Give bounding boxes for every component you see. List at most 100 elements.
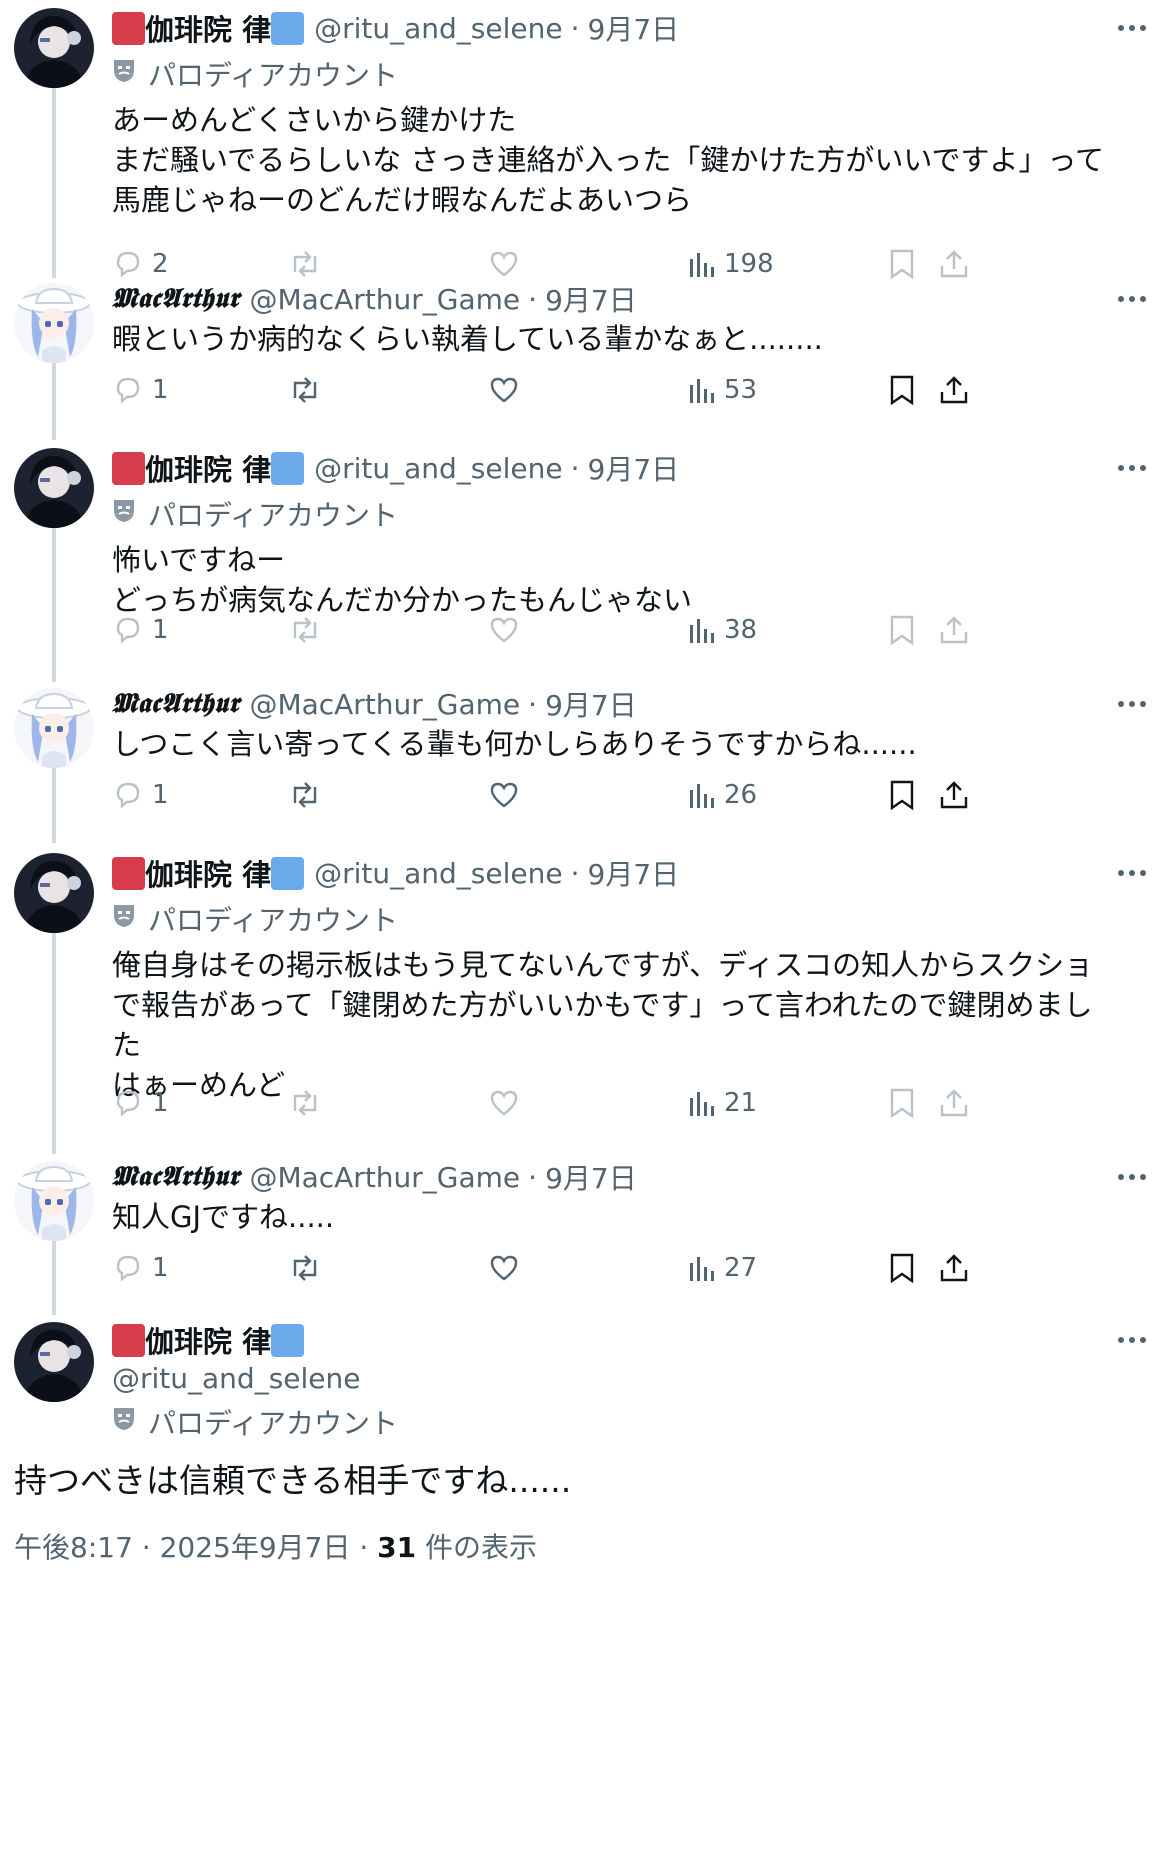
like-button[interactable] bbox=[488, 1081, 520, 1125]
display-name[interactable]: 伽琲院 律 bbox=[112, 447, 305, 489]
tweet[interactable]: 伽琲院 律 @ritu_and_selene · 9月7日 パロディアカウント … bbox=[0, 440, 1174, 685]
reply-icon bbox=[116, 617, 140, 644]
share-icon bbox=[940, 376, 968, 404]
tweet-header: 伽琲院 律 @ritu_and_selene · 9月7日 bbox=[112, 853, 1094, 893]
reply-button[interactable]: 1 bbox=[112, 1081, 169, 1125]
avatar[interactable] bbox=[14, 1322, 94, 1402]
tweet-text: あーめんどくさいから鍵かけた まだ騒いでるらしいな さっき連絡が入った「鍵かけた… bbox=[112, 103, 1105, 217]
share-button[interactable] bbox=[938, 608, 970, 652]
bookmark-icon bbox=[890, 1088, 914, 1119]
tweet[interactable]: 伽琲院 律 @ritu_and_selene · 9月7日 パロディアカウント … bbox=[0, 0, 1174, 290]
share-button[interactable] bbox=[938, 1246, 970, 1290]
views-button[interactable]: 21 bbox=[688, 1081, 757, 1125]
like-button[interactable] bbox=[488, 608, 520, 652]
share-icon bbox=[940, 1254, 968, 1282]
user-handle[interactable]: @MacArthur_Game bbox=[249, 688, 520, 721]
tweet[interactable]: 𝕸𝖆𝖈𝕬𝖗𝖙𝖍𝖚𝖗 @MacArthur_Game · 9月7日 知人GJですね… bbox=[0, 1153, 1174, 1321]
tweet-actions: 1 21 bbox=[112, 1081, 1154, 1125]
more-icon[interactable] bbox=[1112, 1157, 1152, 1197]
retweet-button[interactable] bbox=[288, 1081, 322, 1125]
retweet-button[interactable] bbox=[288, 368, 322, 412]
tweet-date[interactable]: 9月7日 bbox=[588, 8, 680, 48]
display-name[interactable]: 𝕸𝖆𝖈𝕬𝖗𝖙𝖍𝖚𝖗 bbox=[112, 283, 239, 315]
tweet-timestamp[interactable]: 午後8:17 · 2025年9月7日 · bbox=[14, 1531, 377, 1564]
user-handle[interactable]: @ritu_and_selene bbox=[314, 12, 563, 45]
display-name[interactable]: 𝕸𝖆𝖈𝕬𝖗𝖙𝖍𝖚𝖗 bbox=[112, 1161, 239, 1193]
avatar[interactable] bbox=[14, 448, 94, 528]
avatar[interactable] bbox=[14, 8, 94, 88]
views-button[interactable]: 26 bbox=[688, 773, 757, 817]
share-button[interactable] bbox=[938, 368, 970, 412]
parody-badge: パロディアカウント bbox=[112, 54, 398, 94]
tweet-actions: 1 27 bbox=[112, 1246, 1154, 1290]
more-icon[interactable] bbox=[1112, 8, 1152, 48]
tweet-date[interactable]: 9月7日 bbox=[588, 448, 680, 488]
like-button[interactable] bbox=[488, 368, 520, 412]
bookmark-button[interactable] bbox=[888, 1246, 916, 1290]
share-button[interactable] bbox=[938, 773, 970, 817]
views-icon bbox=[690, 1257, 714, 1281]
tweet-header: 伽琲院 律 bbox=[112, 1320, 1094, 1360]
avatar[interactable] bbox=[14, 283, 94, 363]
retweet-button[interactable] bbox=[288, 1246, 322, 1290]
more-icon[interactable] bbox=[1112, 1320, 1152, 1360]
tweet-date[interactable]: 9月7日 bbox=[545, 279, 637, 319]
avatar[interactable] bbox=[14, 1161, 94, 1241]
bookmark-button[interactable] bbox=[888, 608, 916, 652]
like-button[interactable] bbox=[488, 1246, 520, 1290]
display-name[interactable]: 伽琲院 律 bbox=[112, 852, 305, 894]
red-square-icon bbox=[112, 856, 145, 890]
tweet-text: 暇というか病的なくらい執着している輩かなぁと........ bbox=[112, 322, 823, 356]
user-handle[interactable]: @ritu_and_selene bbox=[112, 1358, 361, 1398]
main-tweet-text: 持つべきは信頼できる相手ですね...... bbox=[14, 1461, 572, 1500]
reply-button[interactable]: 1 bbox=[112, 1246, 169, 1290]
tweet-header: 𝕸𝖆𝖈𝕬𝖗𝖙𝖍𝖚𝖗 @MacArthur_Game · 9月7日 bbox=[112, 279, 1094, 319]
bookmark-icon bbox=[890, 780, 914, 811]
blue-square-icon bbox=[271, 11, 305, 45]
bookmark-button[interactable] bbox=[888, 773, 916, 817]
bookmark-button[interactable] bbox=[888, 368, 916, 412]
like-icon bbox=[490, 782, 518, 808]
views-button[interactable]: 53 bbox=[688, 368, 757, 412]
tweet-date[interactable]: 9月7日 bbox=[588, 853, 680, 893]
more-icon[interactable] bbox=[1112, 684, 1152, 724]
avatar[interactable] bbox=[14, 853, 94, 933]
display-name[interactable]: 𝕸𝖆𝖈𝕬𝖗𝖙𝖍𝖚𝖗 bbox=[112, 688, 239, 720]
tweet-actions: 1 38 bbox=[112, 608, 1154, 652]
tweet-header: 𝕸𝖆𝖈𝕬𝖗𝖙𝖍𝖚𝖗 @MacArthur_Game · 9月7日 bbox=[112, 684, 1094, 724]
tweet[interactable]: 伽琲院 律 @ritu_and_selene · 9月7日 パロディアカウント … bbox=[0, 845, 1174, 1155]
blue-square-icon bbox=[271, 1323, 305, 1357]
tweet-date[interactable]: 9月7日 bbox=[545, 684, 637, 724]
main-tweet[interactable]: 伽琲院 律 @ritu_and_selene パロディアカウント 持つべきは信頼… bbox=[0, 1318, 1174, 1858]
views-button[interactable]: 38 bbox=[688, 608, 757, 652]
more-icon[interactable] bbox=[1112, 279, 1152, 319]
avatar[interactable] bbox=[14, 688, 94, 768]
user-handle[interactable]: @ritu_and_selene bbox=[314, 857, 563, 890]
more-icon[interactable] bbox=[1112, 853, 1152, 893]
mask-icon bbox=[112, 903, 136, 936]
thread-page: 伽琲院 律 @ritu_and_selene · 9月7日 パロディアカウント … bbox=[0, 0, 1174, 1858]
like-button[interactable] bbox=[488, 773, 520, 817]
more-icon[interactable] bbox=[1112, 448, 1152, 488]
bookmark-button[interactable] bbox=[888, 1081, 916, 1125]
reply-button[interactable]: 1 bbox=[112, 773, 169, 817]
user-handle[interactable]: @MacArthur_Game bbox=[249, 1161, 520, 1194]
display-name[interactable]: 伽琲院 律 bbox=[112, 7, 305, 49]
retweet-button[interactable] bbox=[288, 773, 322, 817]
tweet-text: 知人GJですね..... bbox=[112, 1200, 335, 1234]
tweet[interactable]: 𝕸𝖆𝖈𝕬𝖗𝖙𝖍𝖚𝖗 @MacArthur_Game · 9月7日 しつこく言い寄… bbox=[0, 680, 1174, 848]
display-name[interactable]: 伽琲院 律 bbox=[112, 1319, 305, 1361]
retweet-button[interactable] bbox=[288, 608, 322, 652]
separator-dot: · bbox=[570, 451, 580, 485]
views-count: 31 bbox=[377, 1531, 417, 1564]
views-button[interactable]: 27 bbox=[688, 1246, 757, 1290]
share-button[interactable] bbox=[938, 1081, 970, 1125]
user-handle[interactable]: @MacArthur_Game bbox=[249, 283, 520, 316]
tweet-date[interactable]: 9月7日 bbox=[545, 1157, 637, 1197]
blue-square-icon bbox=[271, 451, 305, 485]
tweet[interactable]: 𝕸𝖆𝖈𝕬𝖗𝖙𝖍𝖚𝖗 @MacArthur_Game · 9月7日 暇というか病的… bbox=[0, 275, 1174, 445]
user-handle[interactable]: @ritu_and_selene bbox=[314, 452, 563, 485]
retweet-icon bbox=[293, 782, 317, 808]
reply-button[interactable]: 1 bbox=[112, 608, 169, 652]
reply-button[interactable]: 1 bbox=[112, 368, 169, 412]
